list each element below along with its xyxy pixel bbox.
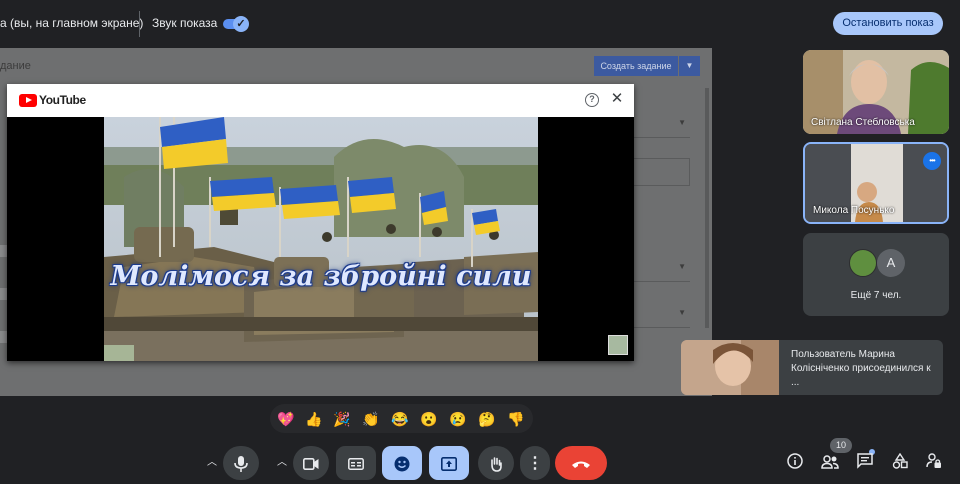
join-notification-toast[interactable]: Пользователь Марина Колісніченко присоед… [681,340,943,395]
participant-tile[interactable]: Світлана Стебловська [803,50,949,134]
sound-toggle-label: Звук показа [152,16,218,30]
reactions-button[interactable] [382,446,422,480]
info-icon [787,453,803,469]
thumbs-up-icon[interactable]: 👍 [304,409,324,429]
thumbs-down-icon[interactable]: 👎 [506,409,526,429]
lock-person-icon [926,453,941,468]
scrollbar [705,88,709,328]
chat-icon [857,453,873,469]
video-frame-image [104,117,538,361]
youtube-popup-header: YouTube ? ✕ [7,84,634,117]
participant-name: Світлана Стебловська [811,117,915,128]
more-participants-tile[interactable]: A Ещё 7 чел. [803,233,949,316]
present-screen-button[interactable] [429,446,469,480]
raise-hand-button[interactable] [478,446,514,480]
people-icon [821,455,839,469]
sparkling-heart-icon[interactable]: 💖 [276,409,296,429]
microphone-icon [234,456,248,473]
video-player: Молімося за збройні сили [104,117,538,361]
chevron-up-icon[interactable]: ︿ [271,446,293,480]
leave-call-button[interactable] [555,446,607,480]
check-icon: ✓ [233,16,249,32]
participant-avatar: A [877,249,905,277]
hand-icon [491,457,502,473]
participant-avatar [849,249,877,277]
youtube-wordmark: YouTube [39,93,86,107]
classroom-page-title: дание [0,60,31,72]
close-icon: ✕ [610,90,624,107]
joiner-video-preview [681,340,779,395]
chevron-down-icon: ▼ [679,56,700,76]
captions-button[interactable] [336,446,376,480]
participant-name: Микола Посунько [813,205,895,216]
dropdown-arrow-icon: ▼ [678,308,686,317]
presenting-status-text: а (вы, на главном экране) [0,16,144,30]
top-bar: а (вы, на главном экране) Звук показа ✓ … [0,0,960,46]
captions-icon [348,458,364,471]
camera-button[interactable] [293,446,329,480]
stop-presenting-button[interactable]: Остановить показ [833,12,943,35]
more-options-button[interactable]: ⋮ [520,446,550,480]
toast-message: Пользователь Марина Колісніченко присоед… [791,349,931,388]
microphone-button[interactable] [223,446,259,480]
more-vert-icon: ⋮ [527,455,543,472]
camera-icon [303,458,319,471]
thinking-face-icon[interactable]: 🤔 [477,409,497,429]
chat-button[interactable] [854,453,876,475]
clapping-hands-icon[interactable]: 👏 [361,409,381,429]
participants-button[interactable] [819,453,841,475]
divider [139,11,140,37]
laughing-face-icon[interactable]: 😂 [390,409,410,429]
hang-up-icon [572,461,590,469]
emoji-icon [394,456,410,472]
youtube-logo-icon [19,94,37,107]
help-icon: ? [585,93,599,107]
chevron-up-icon[interactable]: ︿ [201,446,223,480]
video-thumbnail [608,335,628,355]
video-caption: Молімося за збройні сили [110,261,532,292]
activities-button[interactable] [889,452,911,475]
youtube-popup: YouTube ? ✕ Молімося за збройні сили [7,84,634,361]
speaking-indicator-icon: ••• [923,152,941,170]
surprised-face-icon[interactable]: 😮 [419,409,439,429]
dropdown-arrow-icon: ▼ [678,118,686,127]
reactions-bar: 💖 👍 🎉 👏 😂 😮 😢 🤔 👎 [270,404,533,433]
sad-face-icon[interactable]: 😢 [448,409,468,429]
meet-window: а (вы, на главном экране) Звук показа ✓ … [0,0,960,484]
participant-tile-active-speaker[interactable]: ••• Микола Посунько [803,142,949,224]
host-controls-button[interactable] [923,453,945,475]
dropdown-arrow-icon: ▼ [678,262,686,271]
create-assignment-button: Создать задание [594,56,678,76]
shapes-icon [892,452,908,469]
participants-count-badge: 10 [830,438,852,453]
sound-toggle[interactable]: ✓ [223,16,249,32]
present-icon [441,457,457,472]
meeting-info-button[interactable] [784,453,806,475]
party-popper-icon[interactable]: 🎉 [332,409,352,429]
more-participants-label: Ещё 7 чел. [850,290,902,301]
